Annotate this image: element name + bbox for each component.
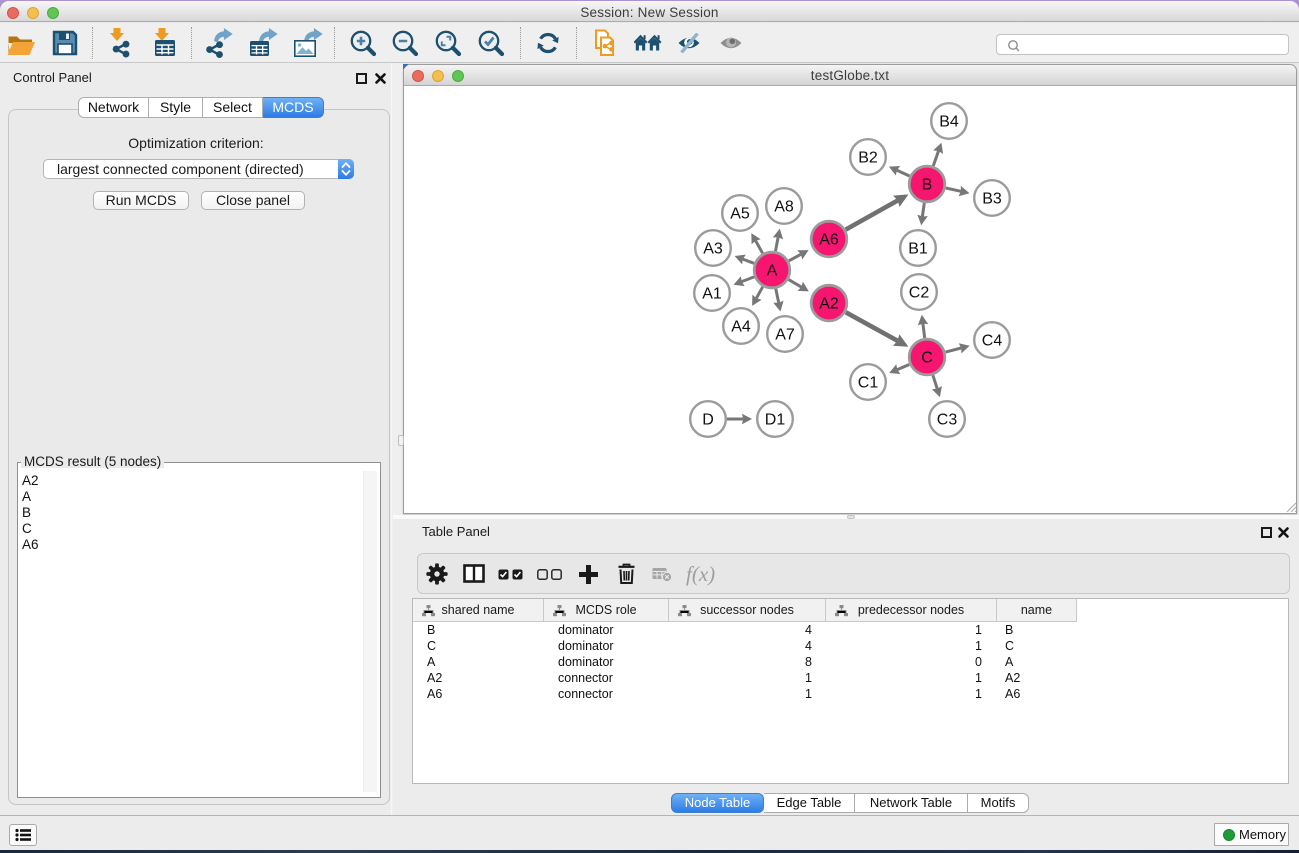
svg-text:B4: B4 — [939, 114, 959, 131]
svg-text:C1: C1 — [858, 375, 879, 392]
svg-text:A: A — [767, 263, 778, 280]
svg-text:A5: A5 — [730, 206, 750, 223]
svg-text:A6: A6 — [819, 232, 839, 249]
svg-text:A7: A7 — [775, 327, 795, 344]
svg-text:C2: C2 — [909, 285, 930, 302]
svg-text:B3: B3 — [982, 191, 1002, 208]
svg-text:D1: D1 — [765, 412, 786, 429]
svg-text:B: B — [922, 177, 933, 194]
svg-text:D: D — [702, 412, 714, 429]
svg-text:C4: C4 — [982, 333, 1003, 350]
svg-text:A1: A1 — [702, 286, 722, 303]
svg-text:C: C — [921, 350, 933, 367]
svg-text:B1: B1 — [908, 241, 928, 258]
svg-text:A4: A4 — [731, 319, 751, 336]
svg-text:C3: C3 — [937, 412, 958, 429]
svg-text:A8: A8 — [774, 199, 794, 216]
svg-text:A2: A2 — [819, 296, 839, 313]
svg-text:A3: A3 — [703, 241, 723, 258]
svg-text:B2: B2 — [858, 150, 878, 167]
